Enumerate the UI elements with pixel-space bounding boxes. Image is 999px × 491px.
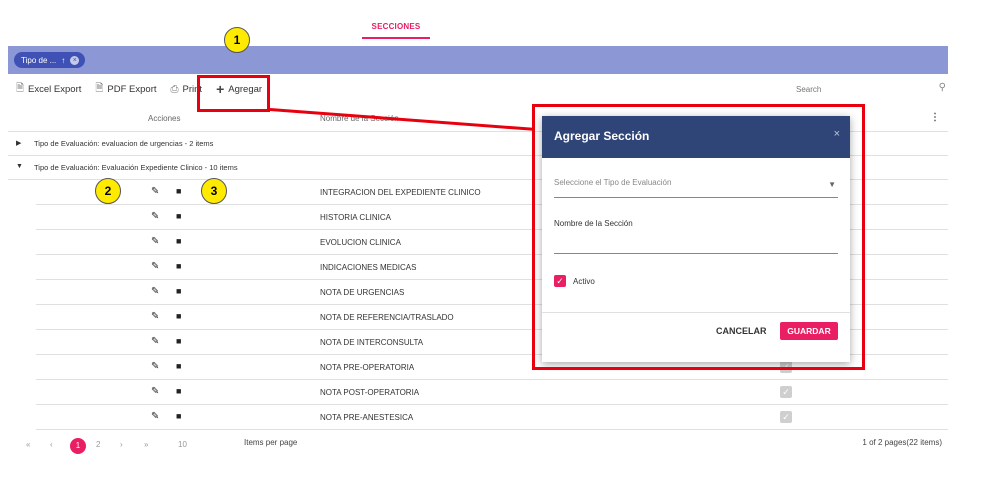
edit-icon[interactable]: ✎ — [151, 386, 159, 397]
active-check-icon: ✓ — [780, 411, 792, 423]
row-section-name: NOTA POST-OPERATORIA — [320, 388, 420, 397]
row-section-name: NOTA DE URGENCIAS — [320, 288, 405, 297]
collapse-arrow-icon[interactable]: ▼ — [16, 163, 23, 170]
pager: « ‹ 1 2 › » 10 Items per page 1 of 2 pag… — [8, 438, 948, 456]
edit-icon[interactable]: ✎ — [151, 211, 159, 222]
next-page-button[interactable]: › — [120, 440, 123, 449]
excel-export-label: Excel Export — [28, 83, 82, 95]
last-page-button[interactable]: » — [144, 440, 148, 449]
printer-icon: ⎙ — [170, 83, 179, 95]
column-header-acciones[interactable]: Acciones — [148, 114, 180, 123]
edit-icon[interactable]: ✎ — [151, 311, 159, 322]
sort-arrow-icon[interactable]: ↑ — [61, 56, 65, 65]
pdf-file-icon: 🗎 — [95, 82, 104, 94]
edit-icon[interactable]: ✎ — [151, 261, 159, 272]
delete-icon[interactable]: ■ — [176, 236, 181, 246]
search-input[interactable] — [796, 80, 931, 98]
callout-1: 1 — [224, 27, 250, 53]
pager-info: 1 of 2 pages(22 items) — [862, 438, 942, 447]
group-chip-label: Tipo de ... — [21, 55, 57, 65]
expand-arrow-icon[interactable]: ▶ — [16, 139, 21, 147]
pdf-export-button[interactable]: 🗎 PDF Export — [95, 81, 156, 98]
delete-icon[interactable]: ■ — [176, 286, 181, 296]
search-icon[interactable]: ⚲ — [939, 82, 946, 93]
edit-icon[interactable]: ✎ — [151, 361, 159, 372]
items-per-page-label: Items per page — [244, 438, 298, 447]
tab-secciones[interactable]: SECCIONES — [362, 22, 430, 39]
delete-icon[interactable]: ■ — [176, 186, 181, 196]
remove-chip-icon[interactable]: × — [70, 55, 80, 65]
annotation-box-dialog — [532, 104, 865, 370]
page-size-select[interactable]: 10 — [178, 440, 187, 449]
row-section-name: EVOLUCION CLINICA — [320, 238, 401, 247]
page-1-button[interactable]: 1 — [70, 438, 86, 454]
excel-file-icon: 🗎 — [16, 82, 25, 94]
row-section-name: NOTA PRE-OPERATORIA — [320, 363, 415, 372]
delete-icon[interactable]: ■ — [176, 261, 181, 271]
table-row[interactable]: ✎ ■ NOTA PRE-ANESTESICA ✓ — [36, 405, 948, 430]
column-menu-icon[interactable]: ⋮ — [930, 112, 940, 123]
group-chip[interactable]: Tipo de ... ↑ × — [14, 52, 86, 68]
active-check-icon: ✓ — [780, 386, 792, 398]
row-section-name: NOTA DE INTERCONSULTA — [320, 338, 424, 347]
delete-icon[interactable]: ■ — [176, 411, 181, 421]
excel-export-button[interactable]: 🗎 Excel Export — [16, 81, 81, 98]
page-2-button[interactable]: 2 — [96, 440, 100, 449]
edit-icon[interactable]: ✎ — [151, 236, 159, 247]
delete-icon[interactable]: ■ — [176, 311, 181, 321]
delete-icon[interactable]: ■ — [176, 361, 181, 371]
callout-3: 3 — [201, 178, 227, 204]
edit-icon[interactable]: ✎ — [151, 336, 159, 347]
delete-icon[interactable]: ■ — [176, 386, 181, 396]
grid-toolbar: 🗎 Excel Export 🗎 PDF Export ⎙ Print + Ag… — [8, 76, 948, 102]
group-panel: Tipo de ... ↑ × — [8, 46, 948, 74]
first-page-button[interactable]: « — [26, 440, 30, 449]
row-section-name: INTEGRACION DEL EXPEDIENTE CLINICO — [320, 188, 481, 197]
row-section-name: INDICACIONES MEDICAS — [320, 263, 417, 272]
edit-icon[interactable]: ✎ — [151, 286, 159, 297]
edit-icon[interactable]: ✎ — [151, 186, 159, 197]
group-label: Tipo de Evaluación: Evaluación Expedient… — [34, 163, 238, 172]
row-section-name: NOTA DE REFERENCIA/TRASLADO — [320, 313, 454, 322]
annotation-box-agregar — [197, 75, 270, 112]
tab-bar: SECCIONES — [0, 0, 999, 44]
callout-2: 2 — [95, 178, 121, 204]
group-label: Tipo de Evaluación: evaluacion de urgenc… — [34, 139, 214, 148]
edit-icon[interactable]: ✎ — [151, 411, 159, 422]
delete-icon[interactable]: ■ — [176, 211, 181, 221]
delete-icon[interactable]: ■ — [176, 336, 181, 346]
pdf-export-label: PDF Export — [107, 83, 157, 95]
prev-page-button[interactable]: ‹ — [50, 440, 53, 449]
table-row[interactable]: ✎ ■ NOTA POST-OPERATORIA ✓ — [36, 380, 948, 405]
row-section-name: NOTA PRE-ANESTESICA — [320, 413, 414, 422]
row-section-name: HISTORIA CLINICA — [320, 213, 391, 222]
search-box: ⚲ — [796, 80, 948, 98]
